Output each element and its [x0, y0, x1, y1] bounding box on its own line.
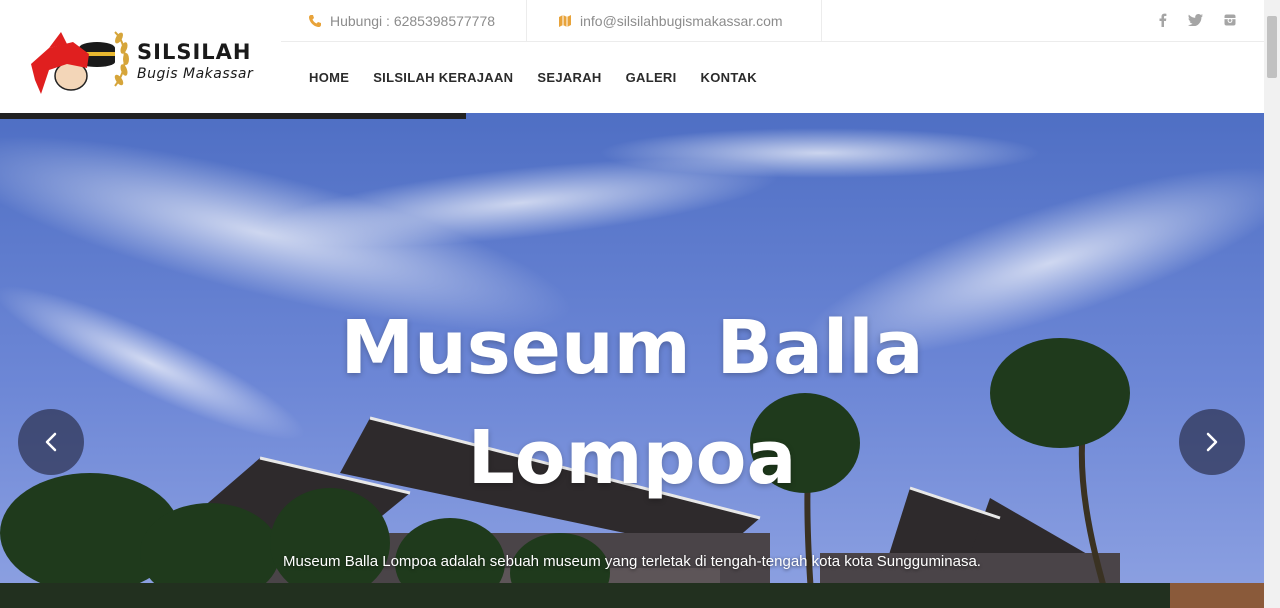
phone-text: Hubungi : 6285398577778: [330, 13, 496, 29]
facebook-icon[interactable]: [1155, 12, 1171, 28]
logo-title: SILSILAH: [137, 40, 252, 64]
email-text: info@silsilahbugismakassar.com: [580, 13, 783, 29]
nav-item-home[interactable]: HOME: [297, 64, 361, 92]
contact-email[interactable]: info@silsilahbugismakassar.com: [558, 0, 783, 42]
slider-next-button[interactable]: [1179, 409, 1245, 475]
slider-progress-bar: [0, 113, 466, 119]
nav-item-kontak[interactable]: KONTAK: [689, 64, 769, 92]
site-header: SILSILAH Bugis Makassar Hubungi : 628539…: [0, 0, 1264, 113]
twitter-icon[interactable]: [1187, 12, 1203, 28]
nav-item-sejarah[interactable]: SEJARAH: [525, 64, 613, 92]
top-bar: Hubungi : 6285398577778 info@silsilahbug…: [281, 0, 1264, 42]
chevron-right-icon: [1206, 432, 1218, 452]
scrollbar-thumb[interactable]: [1267, 16, 1277, 78]
hero-title: Museum Balla Lompoa: [340, 305, 924, 501]
hero-description: Museum Balla Lompoa adalah sebuah museum…: [283, 553, 981, 570]
logo-emblem-icon: [31, 31, 129, 94]
nav-item-silsilah-kerajaan[interactable]: SILSILAH KERAJAAN: [361, 64, 525, 92]
phone-icon: [309, 15, 321, 27]
divider: [526, 0, 527, 42]
page-scrollbar[interactable]: [1264, 0, 1280, 608]
hero-slider: Museum Balla Lompoa Museum Balla Lompoa …: [0, 113, 1264, 608]
divider: [821, 0, 822, 42]
chevron-left-icon: [45, 432, 57, 452]
contact-phone[interactable]: Hubungi : 6285398577778: [308, 0, 495, 42]
map-icon: [559, 15, 571, 27]
nav-item-galeri[interactable]: GALERI: [614, 64, 689, 92]
main-nav: HOME SILSILAH KERAJAAN SEJARAH GALERI KO…: [297, 64, 769, 92]
site-logo[interactable]: SILSILAH Bugis Makassar: [27, 24, 267, 96]
logo-subtitle: Bugis Makassar: [137, 66, 254, 82]
slider-prev-button[interactable]: [18, 409, 84, 475]
instagram-icon[interactable]: [1222, 12, 1238, 28]
